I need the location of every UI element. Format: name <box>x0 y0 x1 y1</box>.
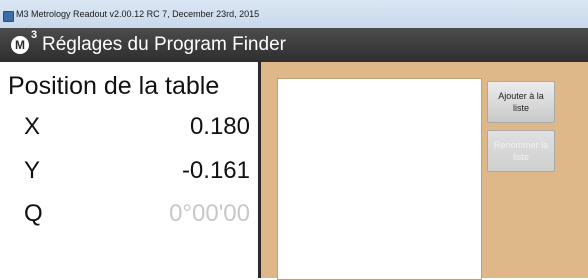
m3-logo-icon: M <box>11 36 29 54</box>
axis-label-y: Y <box>24 157 41 184</box>
m3-logo-superscript: 3 <box>31 29 38 41</box>
position-readout: Position de la table X 0.180 Y -0.161 Q … <box>0 62 258 278</box>
rename-list-button[interactable]: Renommer la liste <box>487 130 555 172</box>
add-to-list-button[interactable]: Ajouter à la liste <box>487 81 555 123</box>
app-header: M 3 Réglages du Program Finder <box>0 28 588 62</box>
program-list[interactable] <box>277 78 482 280</box>
axis-value-q: 0°00'00 <box>169 200 250 227</box>
axis-value-y: -0.161 <box>181 157 250 184</box>
add-to-list-label: Ajouter à la liste <box>498 91 544 113</box>
app-icon <box>3 11 14 22</box>
axis-label-x: X <box>24 113 41 140</box>
rename-list-label: Renommer la liste <box>493 140 549 162</box>
program-finder-panel: Ajouter à la liste Renommer la liste <box>261 62 588 280</box>
window-titlebar: M3 Metrology Readout v2.00.12 RC 7, Dece… <box>0 0 588 28</box>
window-title: M3 Metrology Readout v2.00.12 RC 7, Dece… <box>16 9 260 19</box>
page-title: Réglages du Program Finder <box>42 34 286 55</box>
axis-label-q: Q <box>24 200 43 227</box>
readout-title: Position de la table <box>8 72 220 100</box>
axis-value-x: 0.180 <box>189 113 250 140</box>
